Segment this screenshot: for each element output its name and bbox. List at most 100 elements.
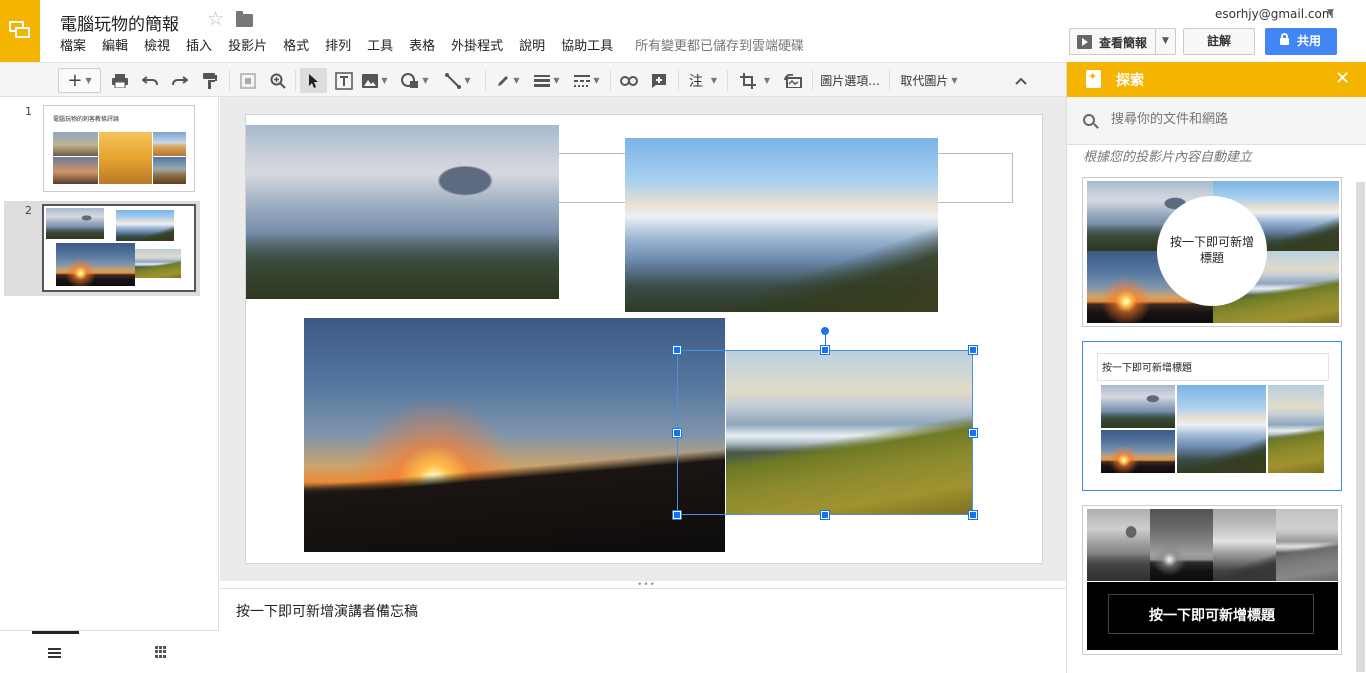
image-icon[interactable]: ▼ <box>360 68 390 93</box>
present-options-chevron-icon[interactable]: ▼ <box>1162 36 1169 46</box>
thumbnail-photo <box>53 132 98 156</box>
image-options-button[interactable]: 圖片選項... <box>816 68 884 93</box>
chevron-down-icon[interactable]: ▼ <box>1327 8 1334 18</box>
document-title[interactable]: 電腦玩物的簡報 <box>60 10 179 35</box>
list-view-icon <box>48 648 61 658</box>
paint-format-icon[interactable] <box>198 68 222 93</box>
print-icon[interactable] <box>108 68 132 93</box>
card-title-placeholder: 按一下即可新增標題 <box>1169 235 1254 265</box>
menu-view[interactable]: 檢視 <box>136 37 178 57</box>
resize-handle[interactable] <box>673 511 681 519</box>
zoom-icon[interactable] <box>266 68 290 93</box>
zoom-fit-icon[interactable] <box>236 68 260 93</box>
slide-filmstrip: 1 電腦玩物的刺客教條評論 2 <box>0 97 219 673</box>
textbox-icon[interactable] <box>332 68 356 93</box>
layout-suggestion-card[interactable]: 按一下即可新增標題 <box>1082 341 1342 491</box>
account-email[interactable]: esorhjy@gmail.com <box>1215 7 1334 21</box>
slide-number: 2 <box>25 204 32 217</box>
pen-icon[interactable]: ▼ <box>492 68 524 93</box>
rotate-handle[interactable] <box>821 327 829 335</box>
line-icon[interactable]: ▼ <box>440 68 476 93</box>
star-icon[interactable]: ☆ <box>207 8 224 30</box>
numbered-list-button[interactable]: 注 ▼ <box>684 68 722 93</box>
menu-file[interactable]: 檔案 <box>52 37 94 57</box>
resize-handle[interactable] <box>969 346 977 354</box>
thumbnail-photo <box>153 157 186 184</box>
explore-section-label: 根據您的投影片內容自動建立 <box>1083 150 1253 165</box>
selection-box[interactable] <box>677 350 973 515</box>
menu-table[interactable]: 表格 <box>401 37 443 57</box>
slide-thumbnail-title: 電腦玩物的刺客教條評論 <box>53 116 120 123</box>
new-slide-button[interactable]: + ▼ <box>58 68 101 93</box>
cursor-icon[interactable] <box>300 68 327 93</box>
card-title-placeholder: 按一下即可新增標題 <box>1149 608 1275 624</box>
card-title-placeholder: 按一下即可新增標題 <box>1097 353 1329 381</box>
slides-logo-icon[interactable] <box>0 0 40 62</box>
slide-thumbnail-2[interactable] <box>42 204 196 292</box>
explore-panel: 探索 ✕ 根據您的投影片內容自動建立 按一下即可新增標題 按一下即可新增標題 按… <box>1066 62 1366 673</box>
redo-icon[interactable] <box>168 68 192 93</box>
slide-photo-sunset[interactable] <box>304 318 725 552</box>
shape-icon[interactable]: ▼ <box>398 68 432 93</box>
menu-help[interactable]: 說明 <box>511 37 553 57</box>
play-icon <box>1077 35 1092 49</box>
slide-number: 1 <box>25 105 32 118</box>
resize-handle[interactable] <box>969 511 977 519</box>
slide-thumbnail-1[interactable]: 電腦玩物的刺客教條評論 <box>43 105 195 192</box>
thumbnail-photo <box>46 208 104 239</box>
menu-addons[interactable]: 外掛程式 <box>443 37 511 57</box>
explore-header: 探索 ✕ <box>1067 62 1366 97</box>
search-icon <box>1083 114 1095 126</box>
resize-handle[interactable] <box>821 511 829 519</box>
line-dash-icon[interactable]: ▼ <box>570 68 604 93</box>
explore-search-bar <box>1067 97 1366 145</box>
comment-add-icon[interactable] <box>646 68 672 93</box>
collapse-icon[interactable] <box>1010 68 1032 93</box>
menu-accessibility[interactable]: 協助工具 <box>553 37 621 57</box>
menu-arrange[interactable]: 排列 <box>317 37 359 57</box>
explore-icon <box>1086 70 1101 88</box>
line-weight-icon[interactable]: ▼ <box>530 68 564 93</box>
grid-view-icon[interactable] <box>155 646 167 658</box>
close-icon[interactable]: ✕ <box>1335 68 1350 89</box>
menu-slide[interactable]: 投影片 <box>220 37 275 57</box>
crop-icon[interactable]: ▼ <box>734 68 776 93</box>
share-button[interactable]: 共用 <box>1265 28 1337 55</box>
present-label: 查看簡報 <box>1099 36 1148 50</box>
toolbar: + ▼ ▼ ▼ ▼ ▼ ▼ ▼ 注 ▼ ▼ 圖片選項... 取代圖片 ▼ <box>0 62 1066 97</box>
folder-icon[interactable] <box>236 11 253 27</box>
lock-icon <box>1280 33 1289 45</box>
reset-image-icon[interactable] <box>780 68 806 93</box>
resize-handle[interactable] <box>821 346 829 354</box>
title-circle: 按一下即可新增標題 <box>1157 196 1267 306</box>
thumbnail-photo <box>153 132 186 156</box>
undo-icon[interactable] <box>138 68 162 93</box>
menu-format[interactable]: 格式 <box>275 37 317 57</box>
resize-handle[interactable] <box>673 429 681 437</box>
explore-search-input[interactable] <box>1111 112 1351 127</box>
save-status[interactable]: 所有變更都已儲存到雲端硬碟 <box>635 37 804 57</box>
slide-photo-mountains-sky[interactable] <box>625 138 938 312</box>
thumbnail-photo <box>99 132 152 184</box>
slide-canvas[interactable] <box>246 115 1042 563</box>
menu-tools[interactable]: 工具 <box>359 37 401 57</box>
comments-button[interactable]: 註解 <box>1183 28 1255 55</box>
list-view-tab[interactable] <box>32 631 79 671</box>
explore-title: 探索 <box>1116 73 1144 89</box>
speaker-notes[interactable]: 按一下即可新增演講者備忘稿 <box>220 588 1066 673</box>
menu-edit[interactable]: 編輯 <box>94 37 136 57</box>
resize-handle[interactable] <box>969 429 977 437</box>
link-icon[interactable] <box>616 68 642 93</box>
menu-insert[interactable]: 插入 <box>178 37 220 57</box>
layout-suggestion-card[interactable]: 按一下即可新增標題 <box>1082 505 1342 655</box>
layout-suggestion-card[interactable]: 按一下即可新增標題 <box>1082 177 1342 327</box>
slide-canvas-area <box>220 97 1066 581</box>
replace-image-button[interactable]: 取代圖片 ▼ <box>894 68 964 93</box>
resize-handle[interactable] <box>673 346 681 354</box>
present-button[interactable]: 查看簡報 ▼ <box>1069 28 1176 55</box>
slide-photo-mountains-mist[interactable] <box>246 125 559 299</box>
explore-scrollbar[interactable] <box>1356 182 1365 672</box>
speaker-notes-placeholder: 按一下即可新增演講者備忘稿 <box>236 604 418 620</box>
thumbnail-photo <box>135 249 181 278</box>
thumbnail-photo <box>56 243 135 286</box>
